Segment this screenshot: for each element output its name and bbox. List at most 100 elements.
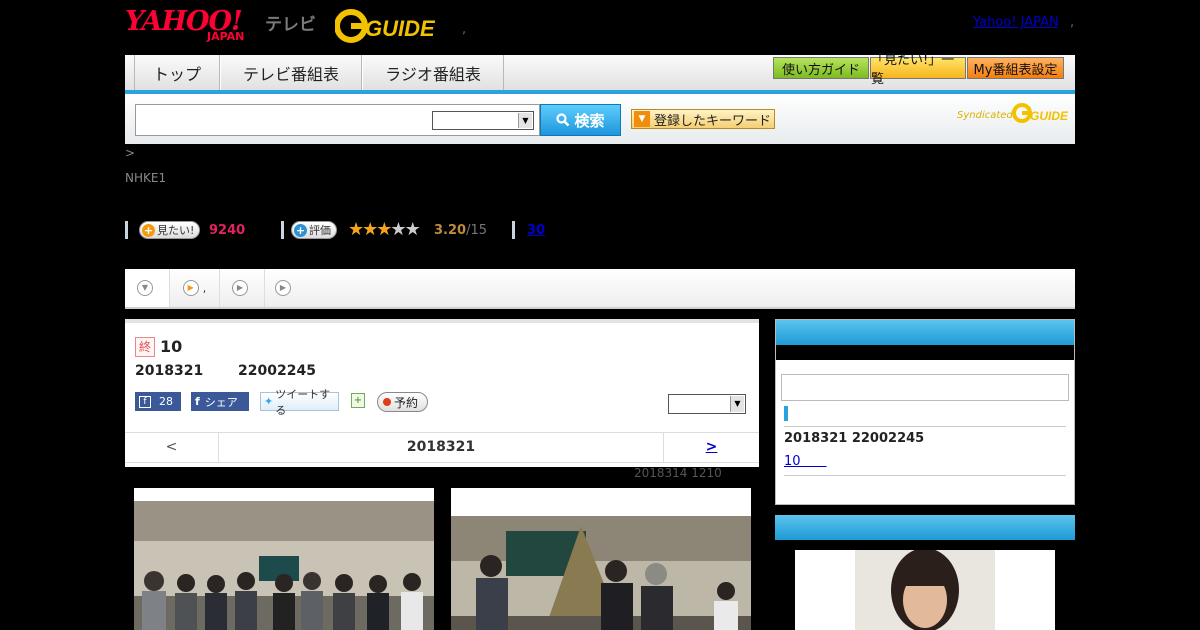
rating-count: /15: [466, 223, 487, 238]
tweet-label: ツイートする: [275, 387, 331, 417]
tv-logo-text: テレビ: [265, 15, 316, 35]
search-bar: ▼ 検索 ▼ 登録したキーワード Syndicated GUIDE: [125, 94, 1075, 144]
play-circle-icon: ▶: [232, 280, 248, 296]
chevron-down-icon: ▼: [518, 113, 532, 128]
share-label: シェア: [204, 395, 238, 409]
recorder-select[interactable]: ▼: [668, 394, 746, 414]
sidebar-panel-header: [776, 320, 1074, 345]
sidebar-cast-panel: [775, 515, 1075, 630]
like-count: 28: [159, 395, 173, 408]
end-badge: 終: [135, 337, 155, 357]
nav-tab-radio-schedule[interactable]: ラジオ番組表: [362, 55, 504, 90]
sidebar-episode-link[interactable]: 10: [784, 450, 827, 469]
rating-score: 3.20: [434, 223, 467, 238]
sidebar-accent-bar: [784, 406, 788, 421]
program-photo-2[interactable]: [451, 488, 751, 630]
studio-group-photo: [134, 501, 434, 630]
star-icon: ★: [348, 219, 364, 240]
mitai-list-button[interactable]: 「見たい!」一覧: [870, 53, 966, 87]
svg-text:GUIDE: GUIDE: [1030, 109, 1068, 123]
header-separator: ,: [462, 22, 467, 37]
reserve-label: 予約: [394, 395, 419, 410]
star-icon: ★: [404, 219, 421, 240]
tab-related[interactable]: ▶: [265, 269, 305, 307]
gguide-small-logo: GUIDE: [1012, 103, 1068, 123]
gguide-logo: GUIDE: [335, 9, 435, 43]
play-circle-icon: ▶: [182, 280, 199, 296]
tab-label: ,: [202, 281, 207, 295]
plus-icon: +: [142, 223, 155, 237]
chevron-down-icon: ▼: [634, 111, 650, 127]
program-photo-1[interactable]: [134, 488, 434, 630]
search-icon: [556, 113, 570, 127]
record-dot-icon: [383, 398, 391, 406]
mitai-label: 見たい!: [157, 224, 195, 237]
search-category-select[interactable]: ▼: [432, 111, 534, 130]
registered-keywords-label: 登録したキーワード: [654, 113, 772, 129]
air-time: 22002245: [238, 363, 316, 379]
plus-icon: +: [294, 223, 307, 237]
chevron-down-icon: ▼: [730, 396, 744, 412]
program-detail-panel: 終 10 2018321 22002245 f 28 f シェア ✦ ツイートす…: [125, 319, 759, 467]
facebook-like-button[interactable]: f 28: [135, 392, 181, 411]
channel-name: NHKE1: [125, 171, 167, 185]
registered-keywords-button[interactable]: ▼ 登録したキーワード: [631, 109, 775, 129]
yahoo-japan-link[interactable]: Yahoo! JAPAN: [973, 15, 1059, 30]
main-nav: トップ テレビ番組表 ラジオ番組表 使い方ガイド 「見たい!」一覧 My番組表設…: [125, 53, 1075, 94]
reserve-button[interactable]: 予約: [377, 392, 428, 412]
rate-button[interactable]: + 評価: [291, 221, 337, 239]
svg-text:GUIDE: GUIDE: [365, 16, 435, 41]
episode-title: 10: [160, 337, 183, 356]
tab-episodes[interactable]: ▶ ,: [170, 269, 220, 307]
divider: [784, 475, 1066, 476]
header-separator: ,: [1070, 15, 1075, 30]
cast-portrait: [795, 550, 1055, 630]
tab-program-info[interactable]: ▼: [125, 269, 170, 307]
stat-divider: [125, 221, 128, 239]
nav-tab-top[interactable]: トップ: [134, 55, 220, 90]
star-icon: ★: [390, 219, 406, 240]
breadcrumb[interactable]: >: [125, 146, 135, 160]
syndicated-label: Syndicated: [957, 110, 1013, 121]
twitter-bird-icon: ✦: [264, 395, 274, 408]
japan-logo-text: JAPAN: [207, 30, 245, 43]
search-button[interactable]: 検索: [540, 104, 621, 136]
star-icon: ★: [376, 219, 392, 240]
page: YAHOO! JAPAN テレビ GUIDE , Yahoo! JAPAN , …: [0, 0, 1200, 630]
tab-reviews[interactable]: ▶: [220, 269, 265, 307]
studio-interview-photo: [451, 516, 751, 630]
updated-timestamp: 2018314 1210: [634, 466, 722, 480]
star-icon: ★: [362, 219, 378, 240]
stat-divider: [512, 221, 515, 239]
episode-navigation: < 2018321 >: [125, 432, 759, 463]
yahoo-tv-gguide-logo[interactable]: YAHOO! JAPAN テレビ GUIDE: [125, 6, 445, 46]
rating-value: 3.20/15: [434, 223, 487, 238]
facebook-icon: f: [195, 395, 200, 408]
search-button-label: 検索: [574, 111, 605, 130]
divider: [784, 426, 1066, 427]
my-schedule-settings-button[interactable]: My番組表設定: [967, 57, 1064, 79]
facebook-icon: f: [139, 395, 151, 408]
add-calendar-icon[interactable]: +: [351, 393, 365, 408]
nav-tab-tv-schedule[interactable]: テレビ番組表: [220, 55, 362, 90]
rate-label: 評価: [309, 224, 331, 237]
stat-divider: [281, 221, 284, 239]
sidebar-input[interactable]: [781, 374, 1069, 401]
usage-guide-button[interactable]: 使い方ガイド: [773, 57, 869, 79]
content-tabs: ▼ ▶ , ▶ ▶: [125, 269, 1075, 309]
play-circle-icon: ▶: [275, 280, 291, 296]
cast-photo[interactable]: [795, 550, 1055, 630]
sidebar-panel-subheader: [776, 345, 1074, 360]
mitai-button[interactable]: + 見たい!: [139, 221, 201, 239]
sidebar-schedule-panel: 2018321 22002245 10: [775, 319, 1075, 505]
sidebar-panel-header: [775, 515, 1075, 540]
sidebar-datetime: 2018321 22002245: [784, 431, 925, 446]
next-episode-link[interactable]: >: [663, 433, 759, 462]
air-date: 2018321: [135, 363, 204, 379]
tweet-button[interactable]: ✦ ツイートする: [260, 388, 339, 417]
current-episode-date: 2018321: [406, 439, 476, 455]
previous-episode-link[interactable]: <: [125, 433, 219, 462]
reviews-link[interactable]: 30: [527, 223, 545, 238]
rating-stars: ★★★★★: [348, 219, 421, 240]
facebook-share-button[interactable]: f シェア: [191, 392, 249, 411]
